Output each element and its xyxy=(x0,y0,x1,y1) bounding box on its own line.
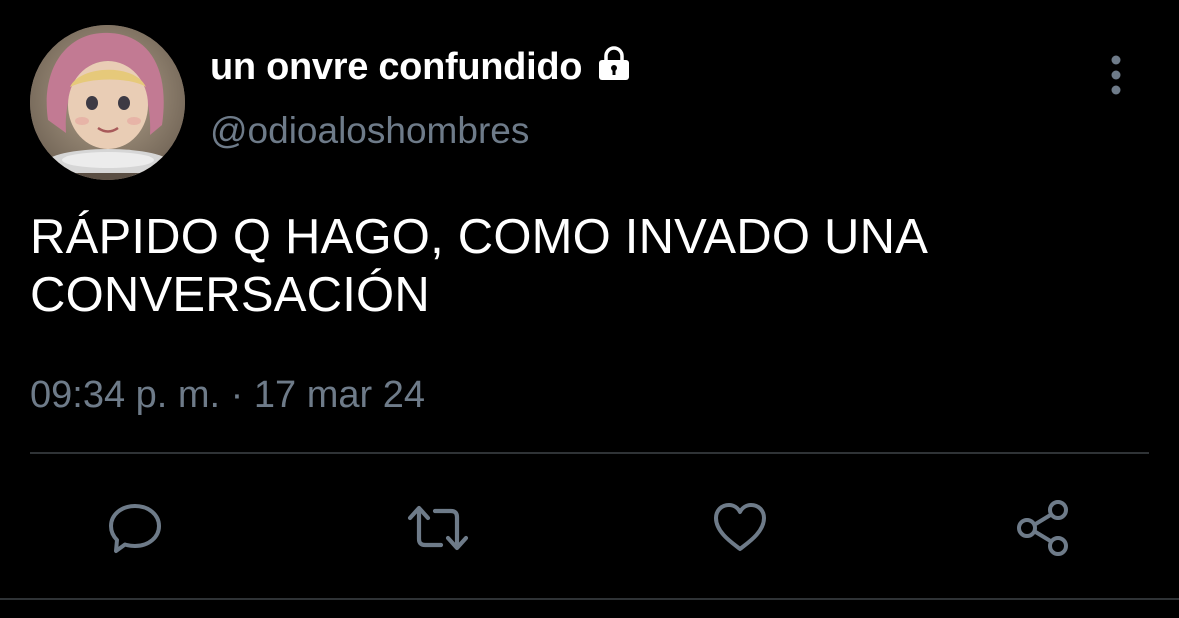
vertical-dots-icon[interactable] xyxy=(1096,52,1136,98)
share-button[interactable] xyxy=(1010,495,1076,561)
heart-icon xyxy=(714,503,766,551)
reply-button[interactable] xyxy=(102,495,168,561)
tweet-timestamp[interactable]: 09:34 p. m. · 17 mar 24 xyxy=(30,374,425,417)
tweet-text-line: CONVERSACIÓN xyxy=(30,268,430,322)
author-handle[interactable]: @odioaloshombres xyxy=(210,110,529,152)
retweet-button[interactable] xyxy=(405,495,471,561)
author-name-row[interactable]: un onvre confundido xyxy=(210,42,634,92)
like-button[interactable] xyxy=(707,495,773,561)
display-name[interactable]: un onvre confundido xyxy=(210,46,582,89)
divider xyxy=(30,452,1149,454)
tweet-card: un onvre confundido @odioaloshombres RÁP… xyxy=(0,0,1179,618)
avatar[interactable] xyxy=(30,25,185,180)
divider xyxy=(0,598,1179,600)
chat-bubble-icon xyxy=(109,504,161,553)
lock-icon xyxy=(594,44,634,84)
retweet-arrows-icon xyxy=(407,505,469,551)
tweet-text: RÁPIDO Q HAGO, COMO INVADO UNA CONVERSAC… xyxy=(30,208,1140,324)
share-nodes-icon xyxy=(1017,500,1068,556)
tweet-text-line: RÁPIDO Q HAGO, COMO INVADO UNA xyxy=(30,210,929,264)
